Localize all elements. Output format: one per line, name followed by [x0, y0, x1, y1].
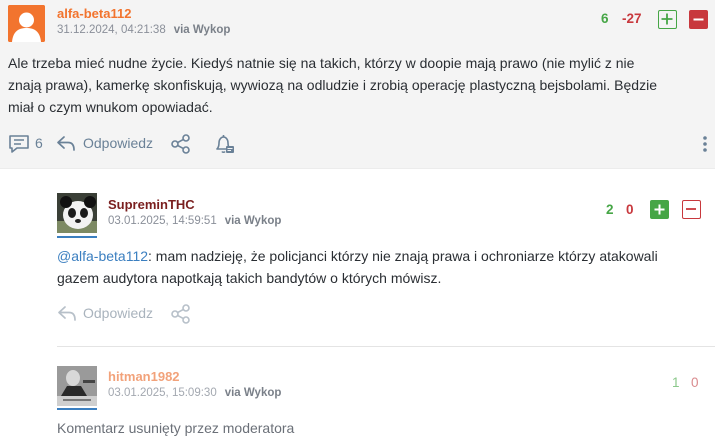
- comments-icon: [9, 135, 29, 153]
- reply-button[interactable]: Odpowiedz: [83, 135, 153, 151]
- plus-count: 2: [606, 202, 614, 217]
- divider: [57, 346, 715, 347]
- comment-text-line: @alfa-beta112: mam nadzieję, że policjan…: [57, 245, 707, 267]
- author-name[interactable]: hitman1982: [108, 369, 180, 384]
- minus-count: -27: [622, 11, 642, 26]
- divider: [0, 168, 715, 169]
- more-options-icon[interactable]: [702, 135, 708, 158]
- author-name[interactable]: SupreminTHC: [108, 197, 195, 212]
- reply-arrow-icon[interactable]: [57, 304, 77, 327]
- reply-button[interactable]: Odpowiedz: [83, 305, 153, 321]
- upvote-button[interactable]: [658, 10, 677, 29]
- entry-text-line: znają prawa), kamerkę skonfiskują, wywio…: [8, 77, 657, 93]
- deleted-comment-notice: Komentarz usunięty przez moderatora: [57, 420, 295, 436]
- comment-text-line: gazem audytora napotkają takich bandytów…: [57, 270, 442, 286]
- post-date: 03.01.2025, 15:09:30: [108, 387, 217, 399]
- entry-meta: 31.12.2024, 04:21:38 via Wykop: [57, 24, 230, 36]
- entry-text-line: Ale trzeba mieć nudne życie. Kiedyś natn…: [8, 55, 635, 71]
- post-date: 31.12.2024, 04:21:38: [57, 24, 166, 36]
- comment-text: @alfa-beta112: mam nadzieję, że policjan…: [57, 245, 707, 289]
- minus-icon: [693, 18, 704, 21]
- entry-text-line: miał o czym wnukom opowiadać.: [8, 99, 213, 115]
- notification-bell-icon[interactable]: [212, 132, 236, 161]
- plus-count: 6: [601, 11, 609, 26]
- comments-count[interactable]: 6: [35, 135, 43, 151]
- plus-count: 1: [672, 375, 680, 390]
- main-entry: alfa-beta112 31.12.2024, 04:21:38 via Wyk…: [0, 0, 715, 168]
- comment-text-span: : mam nadzieję, że policjanci którzy nie…: [148, 248, 658, 264]
- hitman-avatar-icon: [57, 366, 97, 406]
- avatar[interactable]: [8, 5, 45, 42]
- share-icon[interactable]: [170, 133, 192, 160]
- share-icon[interactable]: [170, 303, 192, 330]
- avatar[interactable]: [57, 366, 97, 406]
- source-label[interactable]: via Wykop: [225, 387, 282, 399]
- default-avatar-icon: [8, 5, 45, 42]
- upvote-button[interactable]: [650, 200, 669, 219]
- source-label[interactable]: via Wykop: [174, 24, 231, 36]
- reply-arrow-icon[interactable]: [56, 134, 76, 157]
- source-label[interactable]: via Wykop: [225, 215, 282, 227]
- entry-text: Ale trzeba mieć nudne życie. Kiedyś natn…: [8, 52, 708, 118]
- minus-count: 0: [691, 375, 699, 390]
- avatar-underline: [57, 236, 97, 238]
- avatar[interactable]: [57, 193, 97, 233]
- avatar-underline: [57, 408, 97, 410]
- minus-count: 0: [626, 202, 634, 217]
- author-name[interactable]: alfa-beta112: [57, 6, 131, 21]
- entry-meta: 03.01.2025, 15:09:30 via Wykop: [108, 387, 281, 399]
- minus-icon: [686, 208, 696, 210]
- post-date: 03.01.2025, 14:59:51: [108, 215, 217, 227]
- entry-meta: 03.01.2025, 14:59:51 via Wykop: [108, 215, 281, 227]
- user-mention-link[interactable]: @alfa-beta112: [57, 248, 148, 264]
- plus-icon: [661, 13, 673, 25]
- comments-button[interactable]: [8, 134, 30, 159]
- plus-icon: [654, 204, 665, 215]
- downvote-button[interactable]: [689, 10, 708, 29]
- downvote-button[interactable]: [682, 200, 701, 219]
- panda-avatar-icon: [57, 193, 97, 233]
